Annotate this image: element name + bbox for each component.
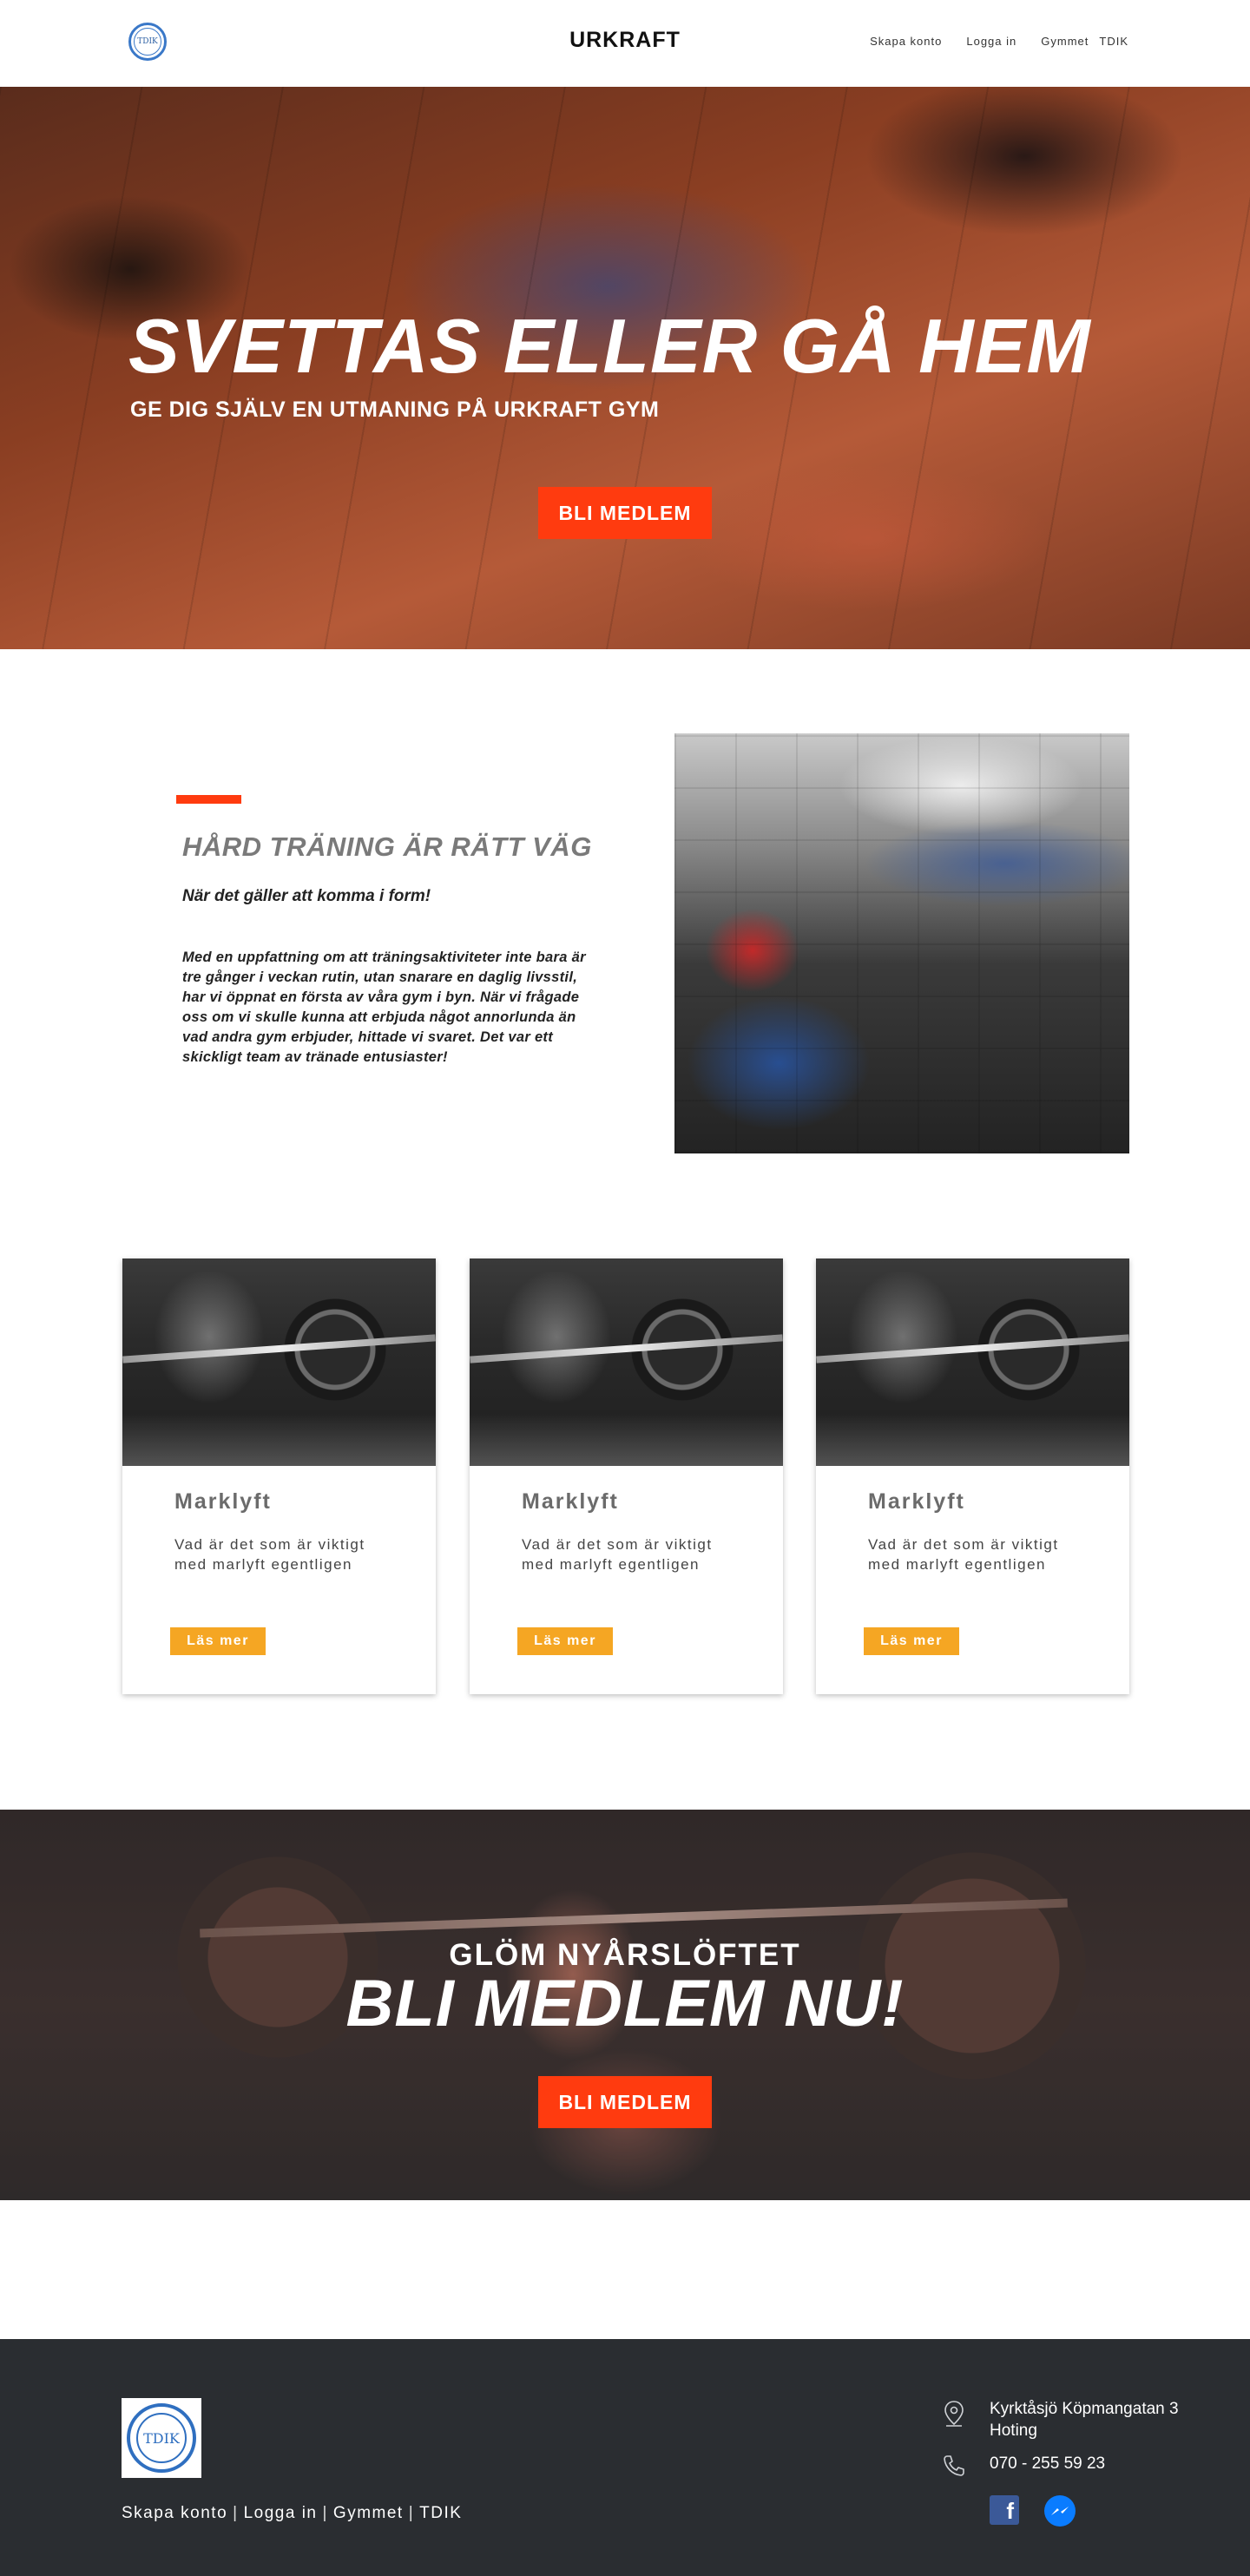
footer-links: Skapa konto | Logga in | Gymmet | TDIK <box>122 2504 462 2523</box>
footer-logo-text: TDIK <box>136 2413 187 2463</box>
facebook-icon[interactable]: f <box>990 2495 1019 2525</box>
footer-separator: | <box>322 2504 328 2522</box>
nav-logga-in[interactable]: Logga in <box>966 35 1016 48</box>
footer-link-skapa-konto[interactable]: Skapa konto <box>122 2504 227 2523</box>
accent-bar <box>176 795 241 804</box>
messenger-icon[interactable] <box>1044 2495 1076 2527</box>
nav-gymmet[interactable]: Gymmet <box>1041 35 1089 48</box>
nav-skapa-konto[interactable]: Skapa konto <box>870 35 942 48</box>
club-logo[interactable]: TDIK <box>128 23 167 61</box>
about-lead: När det gäller att komma i form! <box>182 887 431 905</box>
logo-ring: TDIK <box>127 2403 196 2473</box>
address-text: Kyrktåsjö Köpmangatan 3 Hoting <box>990 2400 1179 2440</box>
site-footer: TDIK Skapa konto | Logga in | Gymmet | T… <box>0 2339 1250 2576</box>
card-title: Marklyft <box>174 1489 272 1514</box>
nav-tdik[interactable]: TDIK <box>1099 35 1128 48</box>
location-pin-icon <box>944 2401 964 2427</box>
footer-link-tdik[interactable]: TDIK <box>419 2504 462 2523</box>
about-body: Med en uppfattning om att träningsaktivi… <box>182 950 586 1065</box>
messenger-bolt-icon <box>1051 2507 1069 2515</box>
article-card: Marklyft Vad är det som är viktigt med m… <box>816 1258 1129 1694</box>
footer-separator: | <box>408 2504 415 2522</box>
card-text: Vad är det som är viktigt med marlyft eg… <box>174 1536 365 1573</box>
page: TDIK URKRAFT Skapa konto Logga in Gymmet… <box>0 0 1250 2576</box>
about-title: HÅRD TRÄNING ÄR RÄTT VÄG <box>182 831 592 862</box>
phone-icon <box>944 2455 964 2476</box>
read-more-button[interactable]: Läs mer <box>864 1627 959 1655</box>
deadlift-photo <box>816 1258 1129 1466</box>
club-logo-text: TDIK <box>134 28 161 56</box>
phone-text: 070 - 255 59 23 <box>990 2454 1106 2473</box>
article-card: Marklyft Vad är det som är viktigt med m… <box>470 1258 783 1694</box>
main-nav: Skapa konto Logga in Gymmet TDIK <box>870 35 1128 48</box>
card-text: Vad är det som är viktigt med marlyft eg… <box>522 1536 713 1573</box>
footer-separator: | <box>233 2504 239 2522</box>
cta-join-button[interactable]: BLI MEDLEM <box>538 2076 712 2128</box>
footer-club-logo[interactable]: TDIK <box>122 2398 201 2478</box>
read-more-button[interactable]: Läs mer <box>517 1627 613 1655</box>
hero-subtitle: GE DIG SJÄLV EN UTMANING PÅ URKRAFT GYM <box>130 398 660 422</box>
footer-link-logga-in[interactable]: Logga in <box>244 2504 318 2523</box>
footer-link-gymmet[interactable]: Gymmet <box>333 2504 404 2523</box>
hero-section: SVETTAS ELLER GÅ HEM GE DIG SJÄLV EN UTM… <box>0 87 1250 649</box>
cta-banner: GLÖM NYÅRSLÖFTET BLI MEDLEM NU! BLI MEDL… <box>0 1810 1250 2200</box>
deadlift-photo <box>470 1258 783 1466</box>
card-title: Marklyft <box>868 1489 965 1514</box>
hero-join-button[interactable]: BLI MEDLEM <box>538 487 712 539</box>
article-card: Marklyft Vad är det som är viktigt med m… <box>122 1258 436 1694</box>
site-header: TDIK URKRAFT Skapa konto Logga in Gymmet… <box>0 0 1250 87</box>
card-text: Vad är det som är viktigt med marlyft eg… <box>868 1536 1059 1573</box>
card-title: Marklyft <box>522 1489 619 1514</box>
cta-title: BLI MEDLEM NU! <box>345 1967 905 2040</box>
hero-title: SVETTAS ELLER GÅ HEM <box>128 303 1091 389</box>
deadlift-photo <box>122 1258 436 1466</box>
read-more-button[interactable]: Läs mer <box>170 1627 266 1655</box>
gym-class-photo <box>674 733 1129 1153</box>
